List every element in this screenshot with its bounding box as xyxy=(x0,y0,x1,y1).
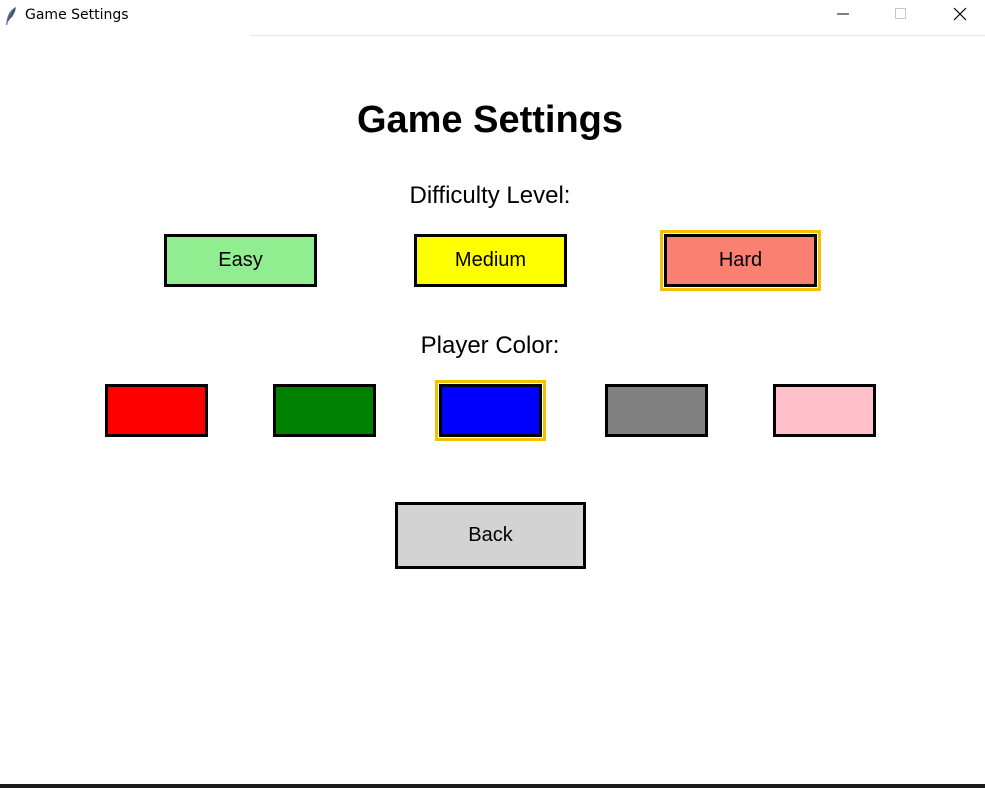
minimize-button[interactable] xyxy=(820,0,866,32)
color-swatch-blue[interactable] xyxy=(439,384,542,437)
player-color-label: Player Color: xyxy=(420,332,560,359)
maximize-icon xyxy=(895,7,907,25)
minimize-icon xyxy=(837,7,849,25)
back-button[interactable]: Back xyxy=(395,502,586,569)
settings-window: Game Settings Game Settings Difficulty L… xyxy=(0,0,985,788)
close-icon xyxy=(953,7,967,26)
close-button[interactable] xyxy=(937,0,983,32)
window-title: Game Settings xyxy=(25,7,129,23)
color-swatch-gray[interactable] xyxy=(605,384,708,437)
title-bar-divider xyxy=(250,35,985,36)
title-bar: Game Settings xyxy=(0,0,985,32)
color-swatch-pink[interactable] xyxy=(773,384,876,437)
color-swatch-green[interactable] xyxy=(273,384,376,437)
page-title: Game Settings xyxy=(356,99,624,141)
taskbar-edge xyxy=(0,784,985,788)
feather-icon xyxy=(4,6,18,26)
difficulty-easy-button[interactable]: Easy xyxy=(164,234,317,287)
color-swatch-red[interactable] xyxy=(105,384,208,437)
maximize-button[interactable] xyxy=(878,0,924,32)
difficulty-hard-button[interactable]: Hard xyxy=(664,234,817,287)
difficulty-label: Difficulty Level: xyxy=(409,182,571,209)
difficulty-medium-button[interactable]: Medium xyxy=(414,234,567,287)
